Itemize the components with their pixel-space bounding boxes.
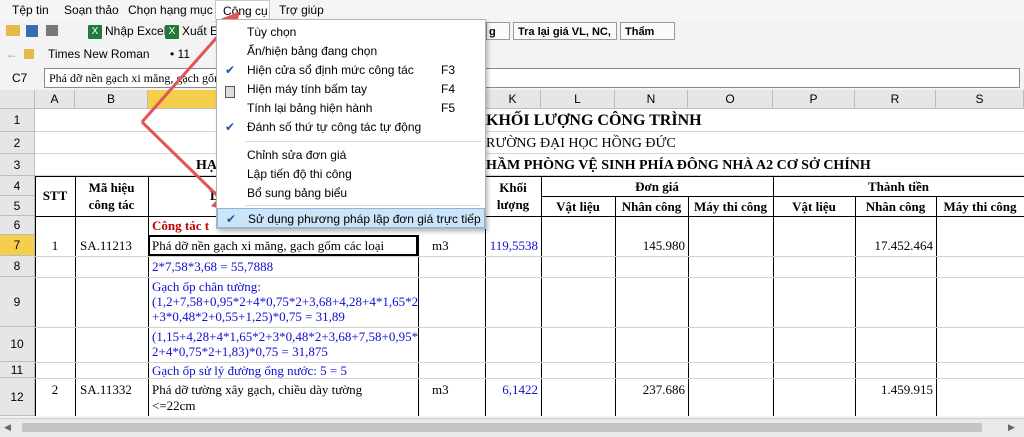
annotation-arrows	[140, 11, 240, 215]
menu-item-direct-pricing[interactable]: ✔ Sử dụng phương pháp lập đơn giá trực ti…	[217, 208, 485, 228]
menu-item-calculator[interactable]: Hiện máy tính bấm tay F4	[217, 79, 485, 99]
menu-item-label: Tính lại bảng hiện hành	[247, 101, 373, 115]
menu-item-label: Lập tiến độ thi công	[247, 167, 352, 181]
menu-item-recalculate[interactable]: Tính lại bảng hiện hành F5	[217, 98, 485, 118]
calculator-icon	[223, 82, 237, 98]
menu-item-label: Bổ sung bảng biểu	[247, 186, 348, 200]
menu-item-label: Hiện máy tính bấm tay	[247, 82, 368, 96]
menu-separator	[245, 141, 481, 142]
menu-item-edit-price[interactable]: Chỉnh sửa đơn giá	[217, 145, 485, 165]
check-icon: ✔	[225, 212, 237, 226]
tools-dropdown-menu: Tùy chọn Ẩn/hiện bảng đang chọn ✔ Hiện cử…	[216, 19, 486, 229]
menu-item-shortcut: F4	[440, 82, 455, 96]
menu-separator	[245, 205, 481, 206]
menu-item-shortcut: F5	[440, 101, 455, 115]
check-icon: ✔	[224, 120, 236, 134]
menu-item-add-forms[interactable]: Bổ sung bảng biểu	[217, 183, 485, 203]
menu-item-label: Ẩn/hiện bảng đang chọn	[247, 44, 378, 58]
menu-item-label: Hiện cửa sổ định mức công tác	[247, 63, 414, 77]
menu-item-label: Sử dụng phương pháp lập đơn giá trực tiế…	[248, 212, 481, 226]
menu-item-label: Đánh số thứ tự công tác tự động	[247, 120, 422, 134]
menu-item-auto-numbering[interactable]: ✔ Đánh số thứ tự công tác tự động	[217, 117, 485, 137]
menu-item-schedule[interactable]: Lập tiến độ thi công	[217, 164, 485, 184]
menu-item-toggle-table[interactable]: Ẩn/hiện bảng đang chọn	[217, 41, 485, 61]
check-icon: ✔	[224, 63, 236, 77]
menu-item-label: Chỉnh sửa đơn giá	[247, 148, 347, 162]
menu-item-options[interactable]: Tùy chọn	[217, 22, 485, 42]
menu-item-label: Tùy chọn	[247, 25, 297, 39]
menu-item-shortcut: F3	[440, 63, 455, 77]
menu-item-norm-window[interactable]: ✔ Hiện cửa sổ định mức công tác F3	[217, 60, 485, 80]
